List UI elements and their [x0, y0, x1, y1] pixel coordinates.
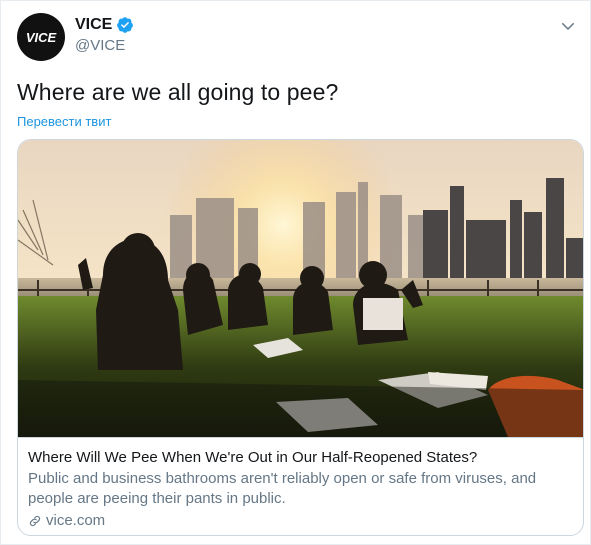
- card-title: Where Will We Pee When We're Out in Our …: [28, 449, 478, 466]
- handle[interactable]: @VICE: [75, 37, 125, 54]
- tweet-card: VICE VICE @VICE Where are we all going t…: [0, 0, 591, 545]
- card-description: Public and business bathrooms aren't rel…: [28, 470, 537, 507]
- link-icon: [29, 515, 41, 526]
- tweet-header: VICE VICE @VICE: [17, 13, 577, 63]
- verified-badge-icon: [117, 17, 134, 33]
- vice-logo-text: VICE: [26, 30, 57, 45]
- card-domain-row: vice.com: [28, 512, 575, 529]
- link-preview-card[interactable]: Where Will We Pee When We're Out in Our …: [17, 139, 584, 536]
- card-image[interactable]: [18, 140, 584, 437]
- card-body: Where Will We Pee When We're Out in Our …: [18, 437, 583, 535]
- card-domain: vice.com: [46, 512, 106, 529]
- chevron-down-icon[interactable]: [559, 17, 577, 35]
- name-row: VICE: [75, 16, 134, 34]
- tweet-text: Where are we all going to pee?: [17, 79, 339, 105]
- translate-tweet-link[interactable]: Перевести твит: [17, 114, 111, 129]
- vice-logo: VICE: [26, 30, 57, 45]
- avatar[interactable]: VICE: [17, 13, 65, 61]
- display-name[interactable]: VICE: [75, 16, 112, 34]
